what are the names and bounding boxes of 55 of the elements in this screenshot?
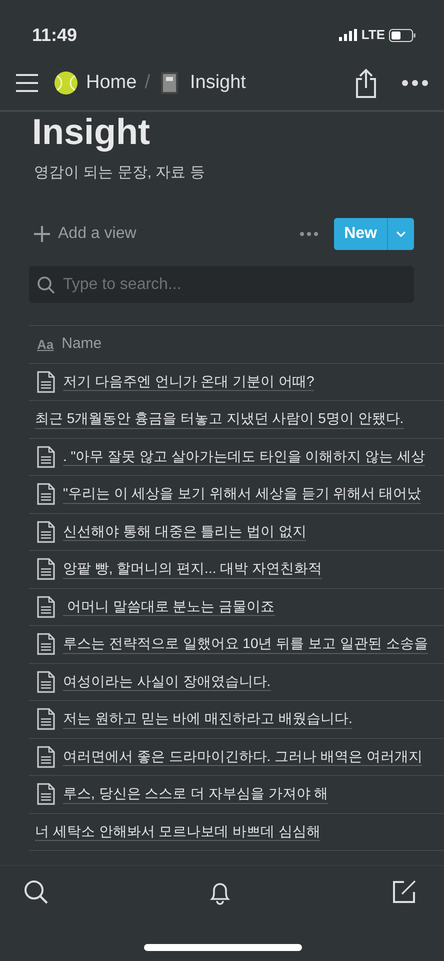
page-icon — [37, 708, 55, 730]
page-title-link[interactable]: 앙팥 빵, 할머니의 편지... 대박 자연친화적 — [63, 560, 322, 579]
dropdown-button[interactable] — [387, 218, 414, 250]
add-view-button[interactable]: Add a view — [34, 222, 136, 246]
page-title-link[interactable]: . "아무 잘못 않고 살아가는데도 타인을 이해하지 않는 세상 — [63, 448, 425, 466]
ball-icon — [54, 71, 78, 95]
network-label: LTE — [361, 26, 385, 44]
page-title-link[interactable]: 저는 원하고 믿는 바에 매진하라고 배웠습니다. — [63, 710, 352, 729]
search-icon — [24, 880, 48, 904]
page-icon — [37, 783, 55, 806]
share-button[interactable] — [354, 68, 378, 98]
bell-icon — [208, 880, 232, 905]
page-title-link[interactable]: 너 세탁소 안해봐서 모르나보데 바쁘데 심심해 — [35, 822, 320, 842]
more-button[interactable] — [300, 232, 318, 236]
battery-icon — [389, 28, 416, 42]
compose-button[interactable] — [392, 880, 416, 904]
compose-icon — [392, 880, 416, 904]
breadcrumb-link[interactable]: Home — [54, 68, 137, 98]
more-icon — [300, 232, 318, 236]
menu-icon — [16, 74, 38, 92]
share-icon — [354, 68, 378, 98]
page-icon — [37, 670, 55, 693]
page-icon — [37, 520, 55, 543]
more-icon — [402, 80, 428, 86]
page-title-link[interactable]: 여러면에서 좋은 드라마이긴하다. 그러나 배역은 여러개지 — [63, 748, 422, 766]
page-icon — [37, 446, 55, 468]
page-icon — [37, 746, 55, 768]
search-field[interactable]: Type to search... — [29, 266, 414, 304]
page-title-link[interactable]: 루스, 당신은 스스로 더 자부심을 가져야 해 — [63, 785, 328, 804]
plus-icon — [34, 226, 50, 242]
page-title-link[interactable]: 저기 다음주엔 언니가 온대 기분이 어때? — [63, 372, 314, 392]
page-title-link[interactable]: 루스는 전략적으로 일했어요 10년 뒤를 보고 일관된 소송을 — [63, 635, 428, 654]
page-icon — [37, 370, 55, 393]
notifications-button[interactable] — [208, 880, 232, 905]
page-title-link[interactable]: 최근 5개월동안 흉금을 터놓고 지냈던 사람이 5명이 안됐다. — [35, 410, 404, 429]
clock-time: 11:49 — [32, 24, 78, 46]
page-icon — [37, 596, 55, 618]
breadcrumb-link[interactable]: Insight — [158, 68, 246, 98]
menu-button[interactable] — [16, 74, 38, 92]
more-button[interactable] — [402, 80, 428, 86]
page-title-link[interactable]: 신선해야 통해 대중은 틀리는 법이 없지 — [63, 522, 306, 542]
page-icon — [37, 558, 55, 580]
column-header: Name — [62, 334, 102, 354]
search-button[interactable] — [24, 880, 48, 904]
page-title-link[interactable]: 어머니 말씀대로 분노는 금물이죠 — [63, 598, 275, 616]
page-title-link[interactable]: "우리는 이 세상을 보기 위해서 세상을 듣기 위해서 태어났 — [63, 485, 422, 504]
breadcrumb-separator: / — [144, 70, 150, 95]
page-title: Insight — [31, 112, 151, 152]
text-property-icon: Aa — [37, 334, 54, 354]
page-title-link[interactable]: 여성이라는 사실이 장애였습니다. — [63, 672, 271, 692]
caret-icon — [396, 230, 406, 237]
page-icon — [37, 483, 55, 506]
page-icon — [37, 633, 55, 656]
page-description: 영감이 되는 문장, 자료 등 — [33, 162, 206, 183]
signal-icon — [339, 29, 358, 41]
